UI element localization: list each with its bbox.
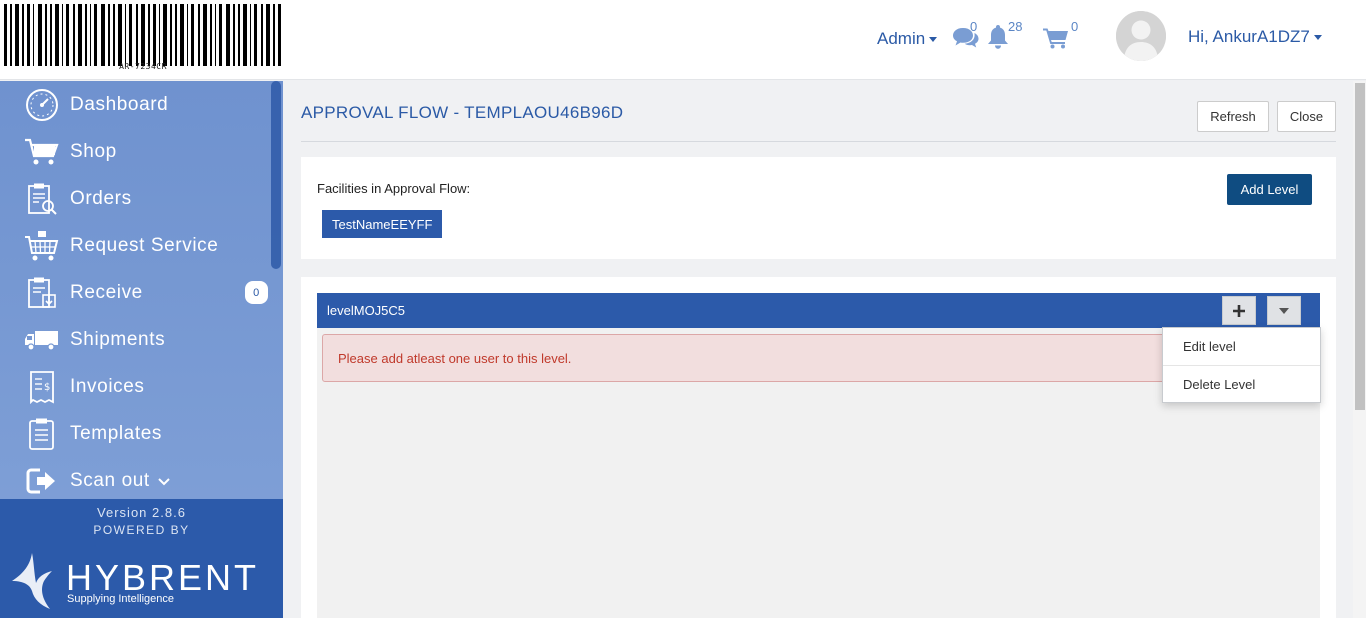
service-cart-icon — [22, 228, 62, 264]
level-options-button[interactable] — [1267, 296, 1301, 325]
facilities-label: Facilities in Approval Flow: — [317, 181, 471, 196]
facility-chip[interactable]: TestNameEEYFF — [322, 210, 443, 238]
title-divider — [301, 141, 1336, 142]
plus-icon — [1233, 304, 1245, 317]
sidebar-item-request-service[interactable]: Request Service — [0, 222, 270, 269]
invoice-icon: $ — [22, 369, 62, 405]
orders-clipboard-icon — [22, 181, 62, 217]
sidebar: Dashboard Shop Orders Request Service Re… — [0, 81, 283, 618]
sidebar-item-receive[interactable]: Receive 0 — [0, 269, 270, 316]
sidebar-item-label: Receive — [70, 281, 143, 303]
add-level-button[interactable]: Add Level — [1227, 174, 1312, 205]
delete-level-menu-item[interactable]: Delete Level — [1163, 366, 1320, 403]
sidebar-item-label: Invoices — [70, 375, 145, 397]
powered-by-text: POWERED BY — [93, 523, 190, 537]
sidebar-item-label: Request Service — [70, 234, 219, 256]
sidebar-scrollbar[interactable] — [271, 81, 281, 269]
user-greeting: Hi, AnkurA1DZ7 — [1188, 27, 1310, 46]
receive-count-badge: 0 — [245, 281, 268, 304]
chevron-down-icon — [158, 470, 170, 492]
notifications-count: 28 — [1008, 19, 1023, 34]
user-dropdown[interactable]: Hi, AnkurA1DZ7 — [1188, 27, 1322, 47]
templates-icon — [22, 416, 62, 452]
sidebar-item-scan-out[interactable]: Scan out — [0, 457, 270, 504]
admin-label: Admin — [877, 29, 926, 48]
sidebar-item-label: Templates — [70, 422, 162, 444]
page-title: APPROVAL FLOW - TEMPLAOU46B96D — [301, 103, 624, 122]
sidebar-item-templates[interactable]: Templates — [0, 410, 270, 457]
dashboard-icon — [22, 87, 62, 123]
sidebar-item-label: Orders — [70, 187, 132, 209]
caret-down-icon — [1279, 307, 1289, 314]
sidebar-item-label: Scan out — [70, 469, 150, 491]
sidebar-item-shipments[interactable]: Shipments — [0, 316, 270, 363]
sidebar-item-label: Dashboard — [70, 93, 169, 115]
svg-text:$: $ — [44, 382, 51, 393]
add-user-button[interactable] — [1222, 296, 1256, 325]
truck-icon — [22, 322, 62, 358]
avatar[interactable] — [1116, 11, 1166, 61]
messages-count: 0 — [970, 19, 978, 34]
level-options-menu: Edit level Delete Level — [1162, 327, 1321, 403]
caret-down-icon — [929, 37, 938, 43]
sidebar-item-label: Shipments — [70, 328, 166, 350]
cart-count: 0 — [1071, 19, 1079, 34]
sidebar-item-invoices[interactable]: $ Invoices — [0, 363, 270, 410]
cart-icon[interactable] — [1043, 27, 1069, 53]
page-scrollbar-thumb[interactable] — [1355, 83, 1365, 410]
edit-level-menu-item[interactable]: Edit level — [1163, 328, 1320, 365]
cart-icon — [22, 134, 62, 170]
brand-tagline: Supplying Intelligence — [67, 593, 175, 605]
sidebar-item-shop[interactable]: Shop — [0, 128, 270, 175]
receive-icon — [22, 275, 62, 311]
top-header: AR-7234CR Admin 0 28 0 Hi, AnkurA1DZ7 — [0, 0, 1366, 80]
close-button[interactable]: Close — [1277, 101, 1336, 132]
sidebar-footer: Version 2.8.6 POWERED BY HYBRENT Supplyi… — [0, 499, 283, 618]
facilities-panel: Facilities in Approval Flow: TestNameEEY… — [301, 157, 1336, 259]
barcode-text: AR-7234CR — [119, 62, 167, 71]
refresh-button[interactable]: Refresh — [1197, 101, 1269, 132]
caret-down-icon — [1313, 35, 1322, 41]
sidebar-item-label: Shop — [70, 140, 117, 162]
bell-icon[interactable] — [987, 24, 1009, 54]
sidebar-item-orders[interactable]: Orders — [0, 175, 270, 222]
version-text: Version 2.8.6 — [97, 505, 186, 520]
admin-dropdown[interactable]: Admin — [877, 29, 938, 49]
sidebar-item-dashboard[interactable]: Dashboard — [0, 81, 270, 128]
hybrent-bird-logo-icon — [10, 551, 54, 615]
level-name: levelMOJ5C5 — [327, 303, 406, 318]
scan-out-icon — [22, 463, 62, 499]
level-header: levelMOJ5C5 — [317, 293, 1320, 328]
